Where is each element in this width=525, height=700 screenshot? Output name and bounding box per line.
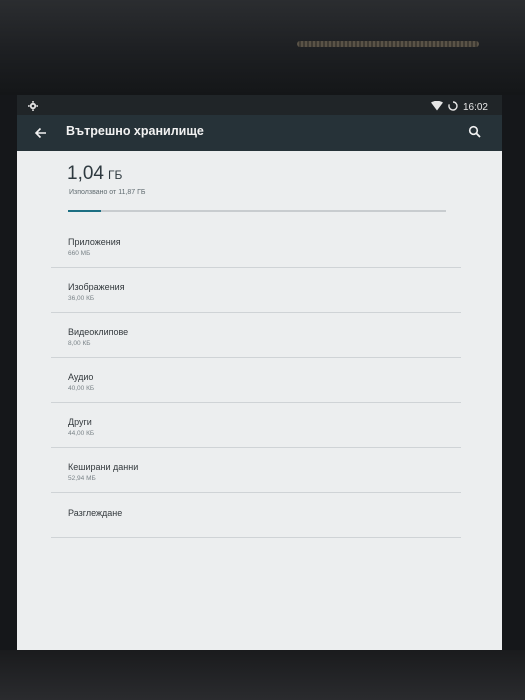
storage-progress-fill bbox=[68, 210, 102, 212]
search-icon[interactable] bbox=[465, 122, 485, 142]
status-bar: 16:02 bbox=[17, 95, 502, 115]
used-storage-unit: ГБ bbox=[107, 168, 123, 182]
used-storage-caption: Използвано от 11,87 ГБ bbox=[69, 189, 146, 196]
category-audio[interactable]: Аудио 40,00 КБ bbox=[17, 358, 502, 403]
used-storage: 1,04 ГБ bbox=[67, 163, 122, 185]
device-bezel-bottom bbox=[0, 650, 525, 700]
explore-item[interactable]: Разглеждане bbox=[17, 493, 502, 538]
category-cached-data[interactable]: Кеширани данни 52,94 МБ bbox=[17, 448, 502, 493]
storage-content: 1,04 ГБ Използвано от 11,87 ГБ Приложения… bbox=[17, 151, 502, 655]
used-storage-value: 1,04 bbox=[67, 163, 104, 184]
category-size: 660 МБ bbox=[68, 250, 91, 257]
category-size: 52,94 МБ bbox=[68, 475, 96, 482]
back-arrow-icon[interactable] bbox=[31, 123, 51, 143]
category-label: Други bbox=[68, 417, 92, 427]
category-label: Кеширани данни bbox=[68, 462, 139, 472]
category-size: 8,00 КБ bbox=[68, 340, 91, 347]
storage-progress-bar bbox=[68, 210, 446, 212]
category-size: 44,00 КБ bbox=[68, 430, 95, 437]
category-label: Аудио bbox=[68, 372, 94, 382]
wifi-icon bbox=[430, 98, 443, 116]
storage-summary: 1,04 ГБ Използвано от 11,87 ГБ bbox=[17, 151, 502, 216]
explore-label: Разглеждане bbox=[68, 508, 123, 518]
category-label: Изображения bbox=[68, 282, 125, 292]
category-other[interactable]: Други 44,00 КБ bbox=[17, 403, 502, 448]
settings-notification-icon bbox=[27, 99, 39, 111]
sync-icon bbox=[448, 98, 458, 116]
page-title: Вътрешно хранилище bbox=[66, 124, 204, 138]
screen: 16:02 Вътрешно хранилище 1,04 ГБ Използва… bbox=[17, 95, 502, 655]
category-label: Видеоклипове bbox=[68, 327, 129, 337]
toolbar: Вътрешно хранилище bbox=[17, 115, 502, 151]
category-videos[interactable]: Видеоклипове 8,00 КБ bbox=[17, 313, 502, 358]
category-label: Приложения bbox=[68, 237, 121, 247]
speaker-grille bbox=[297, 41, 479, 47]
divider bbox=[51, 537, 461, 538]
storage-category-list: Приложения 660 МБ Изображения 36,00 КБ В… bbox=[17, 223, 502, 538]
status-clock: 16:02 bbox=[462, 101, 488, 113]
device-bezel-top bbox=[0, 0, 525, 95]
category-images[interactable]: Изображения 36,00 КБ bbox=[17, 268, 502, 313]
category-size: 36,00 КБ bbox=[68, 295, 95, 302]
category-apps[interactable]: Приложения 660 МБ bbox=[17, 223, 502, 268]
category-size: 40,00 КБ bbox=[68, 385, 95, 392]
